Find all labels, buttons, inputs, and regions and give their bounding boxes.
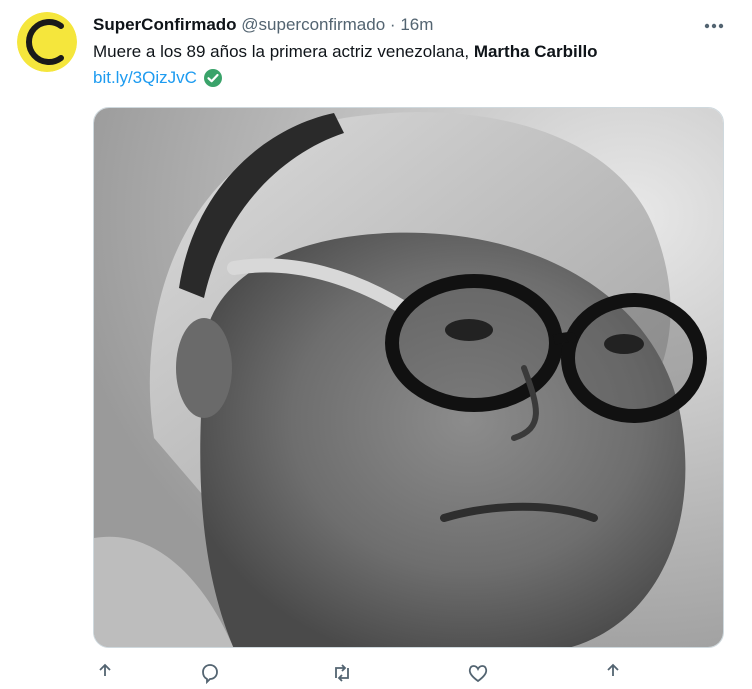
more-options-button[interactable] bbox=[700, 12, 728, 40]
tweet-link-row: bit.ly/3QizJvC bbox=[93, 67, 223, 89]
reply-icon bbox=[202, 664, 218, 685]
reply-button[interactable] bbox=[199, 662, 221, 685]
timestamp[interactable]: 16m bbox=[400, 15, 433, 34]
tweet-link[interactable]: bit.ly/3QizJvC bbox=[93, 67, 197, 89]
share-up-icon bbox=[99, 663, 111, 676]
tweet-text-bold: Martha Carbillo bbox=[473, 42, 598, 61]
tweet-actions bbox=[93, 662, 633, 685]
tweet-text: Muere a los 89 años la primera actriz ve… bbox=[93, 41, 733, 63]
retweet-button[interactable] bbox=[331, 662, 353, 684]
tweet[interactable]: SuperConfirmado @superconfirmado · 16m M… bbox=[0, 0, 752, 685]
tweet-text-body: Muere a los 89 años la primera actriz ve… bbox=[93, 42, 474, 61]
user-handle[interactable]: @superconfirmado bbox=[241, 15, 385, 34]
share-icon bbox=[607, 663, 619, 676]
display-name[interactable]: SuperConfirmado bbox=[93, 15, 237, 34]
avatar[interactable] bbox=[17, 12, 77, 72]
share-button[interactable] bbox=[603, 662, 625, 684]
separator-dot: · bbox=[389, 15, 396, 34]
tweet-photo[interactable] bbox=[93, 107, 724, 648]
avatar-logo-icon bbox=[17, 12, 77, 72]
share-up-button[interactable] bbox=[95, 662, 117, 684]
retweet-icon bbox=[335, 664, 349, 682]
tweet-header: SuperConfirmado @superconfirmado · 16m bbox=[93, 14, 704, 36]
more-dots-icon bbox=[704, 23, 724, 29]
portrait-photo bbox=[94, 108, 723, 647]
like-button[interactable] bbox=[467, 662, 489, 684]
verified-check-icon bbox=[203, 69, 222, 87]
like-icon bbox=[468, 665, 488, 683]
